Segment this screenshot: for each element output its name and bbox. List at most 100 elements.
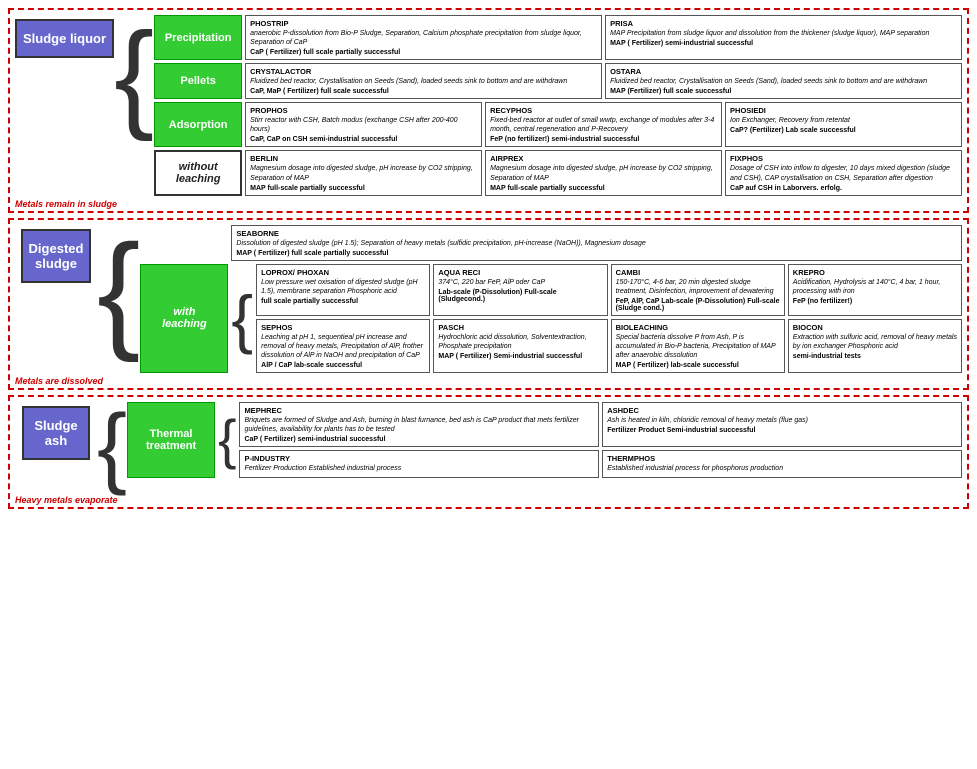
precipitation-row: Precipitation PHOSTRIP anaerobic P-disso… bbox=[154, 15, 962, 60]
airprex-title: AIRPREX bbox=[490, 154, 717, 163]
phosiedi-footer: CaP? (Fertilizer) Lab scale successful bbox=[730, 127, 957, 134]
ostara-footer: MAP (Fertilizer) full scale successful bbox=[610, 88, 957, 95]
p-industry-desc: Fertilizer Production Established indust… bbox=[244, 464, 594, 473]
phosiedi-title: PHOSIEDI bbox=[730, 106, 957, 115]
heavy-metals-evaporate-label: Heavy metals evaporate bbox=[15, 495, 962, 505]
prophos-footer: CaP, CaP on CSH semi-industrial successf… bbox=[250, 136, 477, 143]
prophos-desc: Stirr reactor with CSH, Batch modus (exc… bbox=[250, 116, 477, 134]
sludge-ash-row: Sludgeash { Thermaltreatment { bbox=[15, 402, 962, 492]
ostara-card: OSTARA Fluidized bed reactor, Crystallis… bbox=[605, 63, 962, 99]
sludge-liquor-categories: Precipitation PHOSTRIP anaerobic P-disso… bbox=[154, 15, 962, 196]
digested-sludge-label: Digestedsludge bbox=[21, 229, 92, 283]
krepro-desc: Acidification, Hydrolysis at 140°C, 4 ba… bbox=[793, 278, 957, 296]
airprex-footer: MAP full-scale partially successful bbox=[490, 185, 717, 192]
pellets-label: Pellets bbox=[154, 63, 242, 99]
with-leaching-cards-col: LOPROX/ PHOXAN Low pressure wet oxisatio… bbox=[256, 264, 962, 373]
phostrip-footer: CaP ( Fertilizer) full scale partially s… bbox=[250, 49, 597, 56]
digested-brace: { bbox=[97, 225, 140, 355]
seaborne-spacer bbox=[140, 225, 228, 261]
adsorption-label: Adsorption bbox=[154, 102, 242, 147]
aqua-reci-title: AQUA RECI bbox=[438, 268, 602, 277]
recyphos-footer: FeP (no fertilizer!) semi-industrial suc… bbox=[490, 136, 717, 143]
prophos-title: PROPHOS bbox=[250, 106, 477, 115]
brace-sm2-icon: { bbox=[218, 412, 236, 467]
aqua-reci-desc: 374°C, 220 bar FeP, AlP oder CaP bbox=[438, 278, 602, 287]
prisa-card: PRISA MAP Precipitation from sludge liqu… bbox=[605, 15, 962, 60]
sephos-card: SEPHOS Leaching at pH 1, sequentieal pH … bbox=[256, 319, 430, 373]
cambi-card: CAMBI 150-170°C, 4-6 bar, 20 min digeste… bbox=[611, 264, 785, 316]
brace-icon: { bbox=[97, 402, 127, 492]
prophos-card: PROPHOS Stirr reactor with CSH, Batch mo… bbox=[245, 102, 482, 147]
fixphos-footer: CaP auf CSH in Laborvers. erfolg. bbox=[730, 185, 957, 192]
seaborne-desc: Dissolution of digested sludge (pH 1.5);… bbox=[236, 239, 957, 248]
metals-dissolved-label: Metals are dissolved bbox=[15, 376, 962, 386]
bioleaching-footer: MAP ( Fertilizer) lab-scale successful bbox=[616, 362, 780, 369]
ostara-desc: Fluidized bed reactor, Crystallisation o… bbox=[610, 77, 957, 86]
crystalactor-footer: CaP, MaP ( Fertilizer) full scale succes… bbox=[250, 88, 597, 95]
digested-sludge-section: Digestedsludge { SEABORNE Dissolution of… bbox=[8, 218, 969, 391]
berlin-desc: Magnesium dosage into digested sludge, p… bbox=[250, 164, 477, 182]
precipitation-label: Precipitation bbox=[154, 15, 242, 60]
adsorption-row: Adsorption PROPHOS Stirr reactor with CS… bbox=[154, 102, 962, 147]
loprox-title: LOPROX/ PHOXAN bbox=[261, 268, 425, 277]
sludge-liquor-section: Sludge liquor { Precipitation PHOSTRIP a… bbox=[8, 8, 969, 213]
digested-sludge-row: Digestedsludge { SEABORNE Dissolution of… bbox=[15, 225, 962, 374]
biocon-desc: Extraction with sulfuric acid, removal o… bbox=[793, 333, 957, 351]
sludge-ash-categories: Thermaltreatment { MEPHREC Briquets are … bbox=[127, 402, 962, 477]
thermal-top-cards: MEPHREC Briquets are formed of Sludge an… bbox=[239, 402, 962, 447]
cambi-title: CAMBI bbox=[616, 268, 780, 277]
bioleaching-card: BIOLEACHING Special bacteria dissolve P … bbox=[611, 319, 785, 373]
fixphos-title: FIXPHOS bbox=[730, 154, 957, 163]
without-leaching-cards: BERLIN Magnesium dosage into digested sl… bbox=[245, 150, 962, 195]
with-leaching-bottom-cards: SEPHOS Leaching at pH 1, sequentieal pH … bbox=[256, 319, 962, 373]
pasch-footer: MAP ( Fertilizer) Semi-industrial succes… bbox=[438, 353, 602, 360]
without-leaching-row: withoutleaching BERLIN Magnesium dosage … bbox=[154, 150, 962, 195]
biocon-footer: semi-industrial tests bbox=[793, 353, 957, 360]
pellets-cards: CRYSTALACTOR Fluidized bed reactor, Crys… bbox=[245, 63, 962, 99]
with-leaching-brace: { bbox=[231, 264, 253, 373]
with-leaching-label: withleaching bbox=[140, 264, 228, 373]
mephrec-desc: Briquets are formed of Sludge and Ash, b… bbox=[244, 416, 594, 434]
airprex-desc: Magnesium dosage into digested sludge, p… bbox=[490, 164, 717, 182]
sephos-desc: Leaching at pH 1, sequentieal pH increas… bbox=[261, 333, 425, 360]
phostrip-card: PHOSTRIP anaerobic P-dissolution from Bi… bbox=[245, 15, 602, 60]
crystalactor-desc: Fluidized bed reactor, Crystallisation o… bbox=[250, 77, 597, 86]
biocon-title: BIOCON bbox=[793, 323, 957, 332]
crystalactor-card: CRYSTALACTOR Fluidized bed reactor, Crys… bbox=[245, 63, 602, 99]
fixphos-card: FIXPHOS Dosage of CSH into inflow to dig… bbox=[725, 150, 962, 195]
metals-remain-label: Metals remain in sludge bbox=[15, 199, 962, 209]
thermphos-card: THERMPHOS Established industrial process… bbox=[602, 450, 962, 477]
thermal-treatment-label: Thermaltreatment bbox=[127, 402, 215, 477]
phosiedi-desc: Ion Exchanger, Recovery from retentat bbox=[730, 116, 957, 125]
cambi-desc: 150-170°C, 4-6 bar, 20 min digested slud… bbox=[616, 278, 780, 296]
aqua-reci-card: AQUA RECI 374°C, 220 bar FeP, AlP oder C… bbox=[433, 264, 607, 316]
brace-icon: { bbox=[97, 225, 140, 355]
with-leaching-row: withleaching { LOPROX/ PHOXAN Low pressu… bbox=[140, 264, 962, 373]
thermphos-desc: Established industrial process for phosp… bbox=[607, 464, 957, 473]
loprox-desc: Low pressure wet oxisation of digested s… bbox=[261, 278, 425, 296]
thermal-treatment-row: Thermaltreatment { MEPHREC Briquets are … bbox=[127, 402, 962, 477]
krepro-title: KREPRO bbox=[793, 268, 957, 277]
bioleaching-desc: Special bacteria dissolve P from Ash, P … bbox=[616, 333, 780, 360]
biocon-card: BIOCON Extraction with sulfuric acid, re… bbox=[788, 319, 962, 373]
sludge-liquor-left: Sludge liquor bbox=[15, 15, 114, 58]
pasch-desc: Hydrochloric acid dissolution, Solventex… bbox=[438, 333, 602, 351]
sludge-liquor-row: Sludge liquor { Precipitation PHOSTRIP a… bbox=[15, 15, 962, 196]
ashdec-title: ASHDEC bbox=[607, 406, 957, 415]
sephos-footer: AlP / CaP lab-scale successful bbox=[261, 362, 425, 369]
recyphos-card: RECYPHOS Fixed-bed reactor at outlet of … bbox=[485, 102, 722, 147]
digested-sludge-left: Digestedsludge bbox=[15, 225, 97, 283]
recyphos-title: RECYPHOS bbox=[490, 106, 717, 115]
mephrec-card: MEPHREC Briquets are formed of Sludge an… bbox=[239, 402, 599, 447]
diagram: Sludge liquor { Precipitation PHOSTRIP a… bbox=[0, 0, 977, 522]
ashdec-desc: Ash is heated in kiln, chloridic removal… bbox=[607, 416, 957, 425]
thermphos-title: THERMPHOS bbox=[607, 454, 957, 463]
thermal-cards-col: MEPHREC Briquets are formed of Sludge an… bbox=[239, 402, 962, 477]
berlin-title: BERLIN bbox=[250, 154, 477, 163]
sludge-ash-label: Sludgeash bbox=[22, 406, 90, 460]
phostrip-title: PHOSTRIP bbox=[250, 19, 597, 28]
recyphos-desc: Fixed-bed reactor at outlet of small wwt… bbox=[490, 116, 717, 134]
prisa-title: PRISA bbox=[610, 19, 957, 28]
bioleaching-title: BIOLEACHING bbox=[616, 323, 780, 332]
brace-sm-icon: { bbox=[231, 286, 253, 351]
